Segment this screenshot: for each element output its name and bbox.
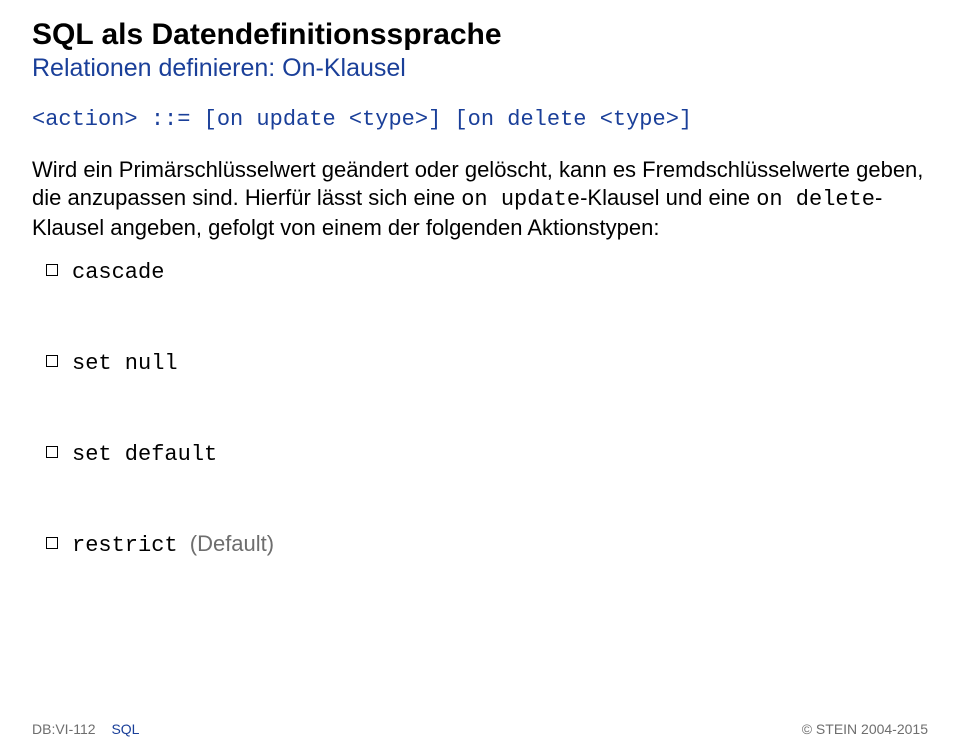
bullet-icon [46, 446, 58, 458]
list-item: set null [32, 349, 928, 376]
list-item: set default [32, 440, 928, 467]
page-footer: DB:VI-112 SQL © STEIN 2004-2015 [0, 721, 960, 737]
footer-left: DB:VI-112 SQL [32, 721, 139, 737]
action-type-list: cascade set null set default restrict (D… [32, 258, 928, 558]
list-item: restrict (Default) [32, 531, 928, 558]
list-item-label: cascade [72, 260, 164, 285]
list-item: cascade [32, 258, 928, 285]
footer-copyright: © STEIN 2004-2015 [802, 721, 928, 737]
list-item-note: (Default) [190, 531, 274, 556]
syntax-line: <action> ::= [on update <type>] [on dele… [32, 107, 928, 132]
page-title: SQL als Datendefinitionssprache [32, 18, 928, 52]
list-item-label: restrict [72, 533, 178, 558]
bullet-icon [46, 537, 58, 549]
document-page: SQL als Datendefinitionssprache Relation… [0, 0, 960, 751]
page-subtitle: Relationen definieren: On-Klausel [32, 54, 928, 83]
list-item-label: set default [72, 442, 217, 467]
para1-code-2: on delete [756, 187, 875, 212]
footer-label: SQL [111, 721, 139, 737]
para1-code-1: on update [461, 187, 580, 212]
footer-id: DB:VI-112 [32, 721, 96, 737]
paragraph-1: Wird ein Primärschlüsselwert geändert od… [32, 156, 928, 242]
bullet-icon [46, 355, 58, 367]
bullet-icon [46, 264, 58, 276]
para1-text-mid1: -Klausel und eine [580, 185, 756, 210]
list-item-label: set null [72, 351, 178, 376]
